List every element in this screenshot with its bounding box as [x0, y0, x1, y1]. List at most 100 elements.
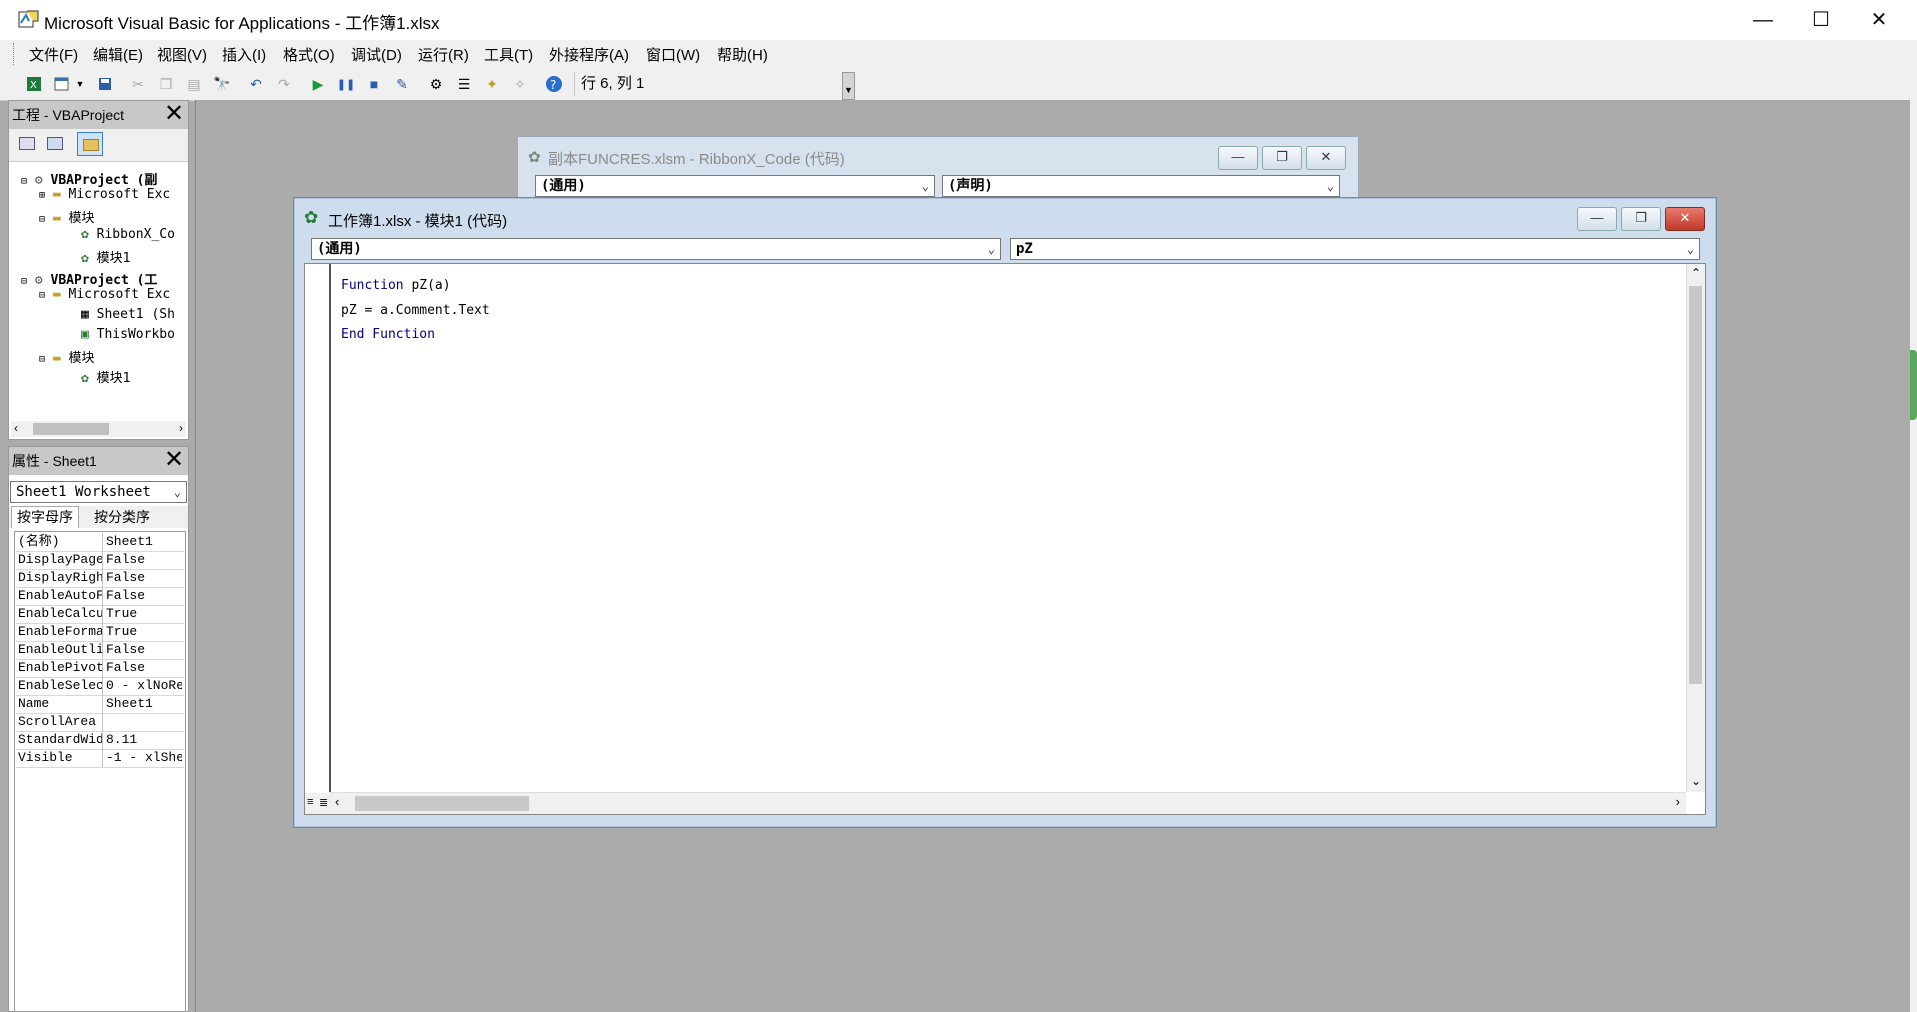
find-icon[interactable]: 🔭 — [211, 73, 233, 95]
tree-item[interactable]: ✿ 模块1 — [81, 367, 130, 386]
object-select[interactable]: Sheet1 Worksheet ⌄ — [10, 481, 187, 503]
toolbox-icon[interactable]: ✧ — [509, 73, 531, 95]
menu-view[interactable]: 视图(V) — [155, 44, 209, 65]
menu-insert[interactable]: 插入(I) — [220, 44, 268, 65]
minimize-button[interactable]: — — [1734, 0, 1792, 40]
close-window-button[interactable]: ✕ — [1850, 0, 1908, 40]
excel-view-icon[interactable]: X — [23, 73, 45, 95]
property-row[interactable]: (名称) Sheet1 — [16, 533, 184, 552]
toolbar-overflow-icon[interactable]: ▼ — [842, 72, 855, 100]
project-pane-close-icon[interactable]: ✕ — [162, 102, 186, 127]
property-row[interactable]: DisplayRightToLeftFalse — [16, 569, 184, 588]
menu-edit[interactable]: 编辑(E) — [91, 44, 145, 65]
scroll-right-icon[interactable]: › — [179, 421, 183, 435]
tree-item[interactable]: ⊟ ⚙ VBAProject (副 — [21, 169, 157, 188]
scroll-left-icon[interactable]: ‹ — [14, 421, 18, 435]
code-editor[interactable]: Function pZ(a) pZ = a.Comment.Text End F… — [304, 263, 1706, 815]
project-hscrollbar[interactable]: ‹ › — [11, 421, 186, 437]
menu-window[interactable]: 窗口(W) — [644, 44, 702, 65]
property-row[interactable]: Name Sheet1 — [16, 695, 184, 714]
code-line[interactable]: pZ = a.Comment.Text — [341, 303, 490, 318]
cut-icon[interactable]: ✂ — [127, 73, 149, 95]
view-code-icon[interactable] — [19, 137, 35, 150]
tree-item[interactable]: ▣ ThisWorkbo — [81, 327, 175, 342]
menu-help[interactable]: 帮助(H) — [715, 44, 770, 65]
project-explorer-icon[interactable]: ⚙ — [425, 73, 447, 95]
tab-categorized[interactable]: 按分类序 — [89, 508, 155, 527]
property-row[interactable]: EnableFormatConditionsCalculationTrue — [16, 623, 184, 642]
insert-module-icon[interactable] — [51, 73, 73, 95]
property-row[interactable]: Visible-1 - xlSheetVisible — [16, 749, 184, 768]
properties-pane: 属性 - Sheet1 ✕ Sheet1 Worksheet ⌄ 按字母序 按分类… — [8, 446, 189, 1012]
tab-alphabetic[interactable]: 按字母序 — [11, 506, 79, 528]
object-select[interactable]: (通用) ⌄ — [311, 238, 1001, 260]
horizontal-scroll-thumb[interactable] — [355, 796, 529, 811]
module1-code-window[interactable]: ✿ 工作簿1.xlsx - 模块1 (代码) — ❐ ✕ (通用) ⌄ pZ ⌄ F… — [293, 197, 1717, 828]
tree-item[interactable]: ⊟ ⚙ VBAProject (工 — [21, 269, 157, 288]
menu-format[interactable]: 格式(O) — [281, 44, 337, 65]
tree-item[interactable]: ⊞ ▬ Microsoft Exc — [39, 187, 170, 202]
undo-icon[interactable]: ↶ — [245, 73, 267, 95]
tree-item[interactable]: ⊟ ▬ 模块 — [39, 347, 95, 366]
help-icon[interactable]: ? — [543, 73, 565, 95]
vertical-scrollbar[interactable]: ⌃ ⌄ — [1686, 264, 1705, 792]
scroll-thumb[interactable] — [33, 423, 109, 435]
property-row[interactable]: EnableOutliningFalse — [16, 641, 184, 660]
dropdown-arrow-icon[interactable]: ▼ — [73, 73, 87, 95]
module1-restore-button[interactable]: ❐ — [1621, 207, 1661, 231]
menu-file[interactable]: 文件(F) — [27, 44, 80, 65]
module1-minimize-button[interactable]: — — [1577, 207, 1617, 231]
tree-item[interactable]: ▦ Sheet1 (Sh — [81, 307, 175, 322]
break-icon[interactable]: ❚❚ — [335, 73, 357, 95]
reset-icon[interactable]: ■ — [363, 73, 385, 95]
property-row[interactable]: EnableCalculationTrue — [16, 605, 184, 624]
property-row[interactable]: DisplayPageBreaksFalse — [16, 551, 184, 570]
property-row[interactable]: StandardWidth8.11 — [16, 731, 184, 750]
horizontal-scrollbar[interactable]: ‹ › — [329, 792, 1686, 814]
vertical-scroll-thumb[interactable] — [1689, 286, 1702, 684]
copy-icon[interactable]: ❐ — [155, 73, 177, 95]
module1-close-button[interactable]: ✕ — [1665, 207, 1705, 231]
scroll-left-icon[interactable]: ‹ — [335, 794, 339, 809]
design-mode-icon[interactable]: ✎ — [391, 73, 413, 95]
toggle-folders-icon[interactable] — [77, 132, 103, 156]
properties-pane-close-icon[interactable]: ✕ — [162, 448, 186, 473]
ribbonx-minimize-button[interactable]: — — [1218, 146, 1258, 170]
run-icon[interactable]: ▶ — [307, 73, 329, 95]
tree-item[interactable]: ✿ RibbonX_Co — [81, 227, 175, 242]
code-line[interactable]: End Function — [341, 327, 435, 342]
ribbonx-close-button[interactable]: ✕ — [1306, 146, 1346, 170]
properties-window-icon[interactable]: ☰ — [453, 73, 475, 95]
procedure-select[interactable]: pZ ⌄ — [1010, 238, 1700, 260]
view-object-icon[interactable] — [47, 137, 63, 150]
tree-item[interactable]: ⊟ ▬ 模块 — [39, 207, 95, 226]
ribbonx-restore-button[interactable]: ❐ — [1262, 146, 1302, 170]
menu-run[interactable]: 运行(R) — [416, 44, 471, 65]
property-row[interactable]: EnableAutoFilterFalse — [16, 587, 184, 606]
maximize-button[interactable]: ☐ — [1792, 0, 1850, 40]
property-row[interactable]: EnablePivotTableFalse — [16, 659, 184, 678]
menu-addins[interactable]: 外接程序(A) — [547, 44, 631, 65]
paste-icon[interactable]: ▤ — [183, 73, 205, 95]
tree-item[interactable]: ⊟ ▬ Microsoft Exc — [39, 287, 170, 302]
chevron-down-icon: ⌄ — [1686, 242, 1694, 256]
scroll-up-icon[interactable]: ⌃ — [1691, 266, 1701, 280]
ribbonx-code-window[interactable]: ✿ 副本FUNCRES.xlsm - RibbonX_Code (代码) — ❐… — [517, 136, 1359, 202]
menu-grip[interactable] — [13, 43, 17, 65]
property-row[interactable]: ScrollArea — [16, 713, 184, 732]
redo-icon[interactable]: ↷ — [273, 73, 295, 95]
code-line[interactable]: Function pZ(a) — [341, 278, 451, 293]
save-icon[interactable] — [94, 73, 116, 95]
tree-item[interactable]: ✿ 模块1 — [81, 247, 130, 266]
procedure-view-icon[interactable]: ≡ — [307, 796, 313, 808]
property-row[interactable]: EnableSelection0 - xlNoRestrictions — [16, 677, 184, 696]
scroll-right-icon[interactable]: › — [1676, 794, 1680, 809]
menu-tools[interactable]: 工具(T) — [482, 44, 535, 65]
scroll-down-icon[interactable]: ⌄ — [1691, 774, 1701, 788]
full-module-view-icon[interactable]: ≣ — [319, 796, 328, 809]
ribbonx-procedure-select[interactable]: (声明) ⌄ — [942, 175, 1340, 197]
ribbonx-object-select[interactable]: (通用) ⌄ — [535, 175, 935, 197]
margin-indicator-bar[interactable] — [305, 264, 331, 792]
menu-debug[interactable]: 调试(D) — [349, 44, 404, 65]
object-browser-icon[interactable]: ✦ — [481, 73, 503, 95]
